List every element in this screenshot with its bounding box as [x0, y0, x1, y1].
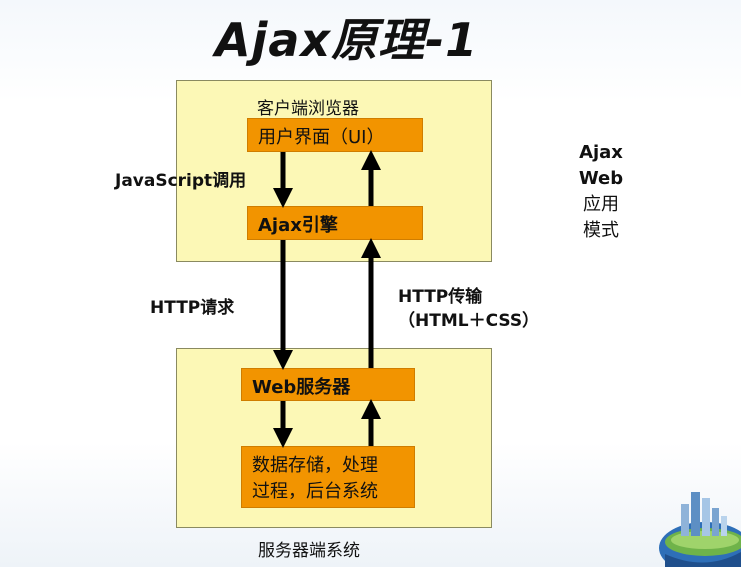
slide: Ajax原理-1 客户端浏览器 服务器端系统 用户界面（UI） Ajax引擎 W… — [0, 0, 741, 567]
city-globe-logo — [659, 492, 741, 567]
flow-arrows — [273, 150, 381, 448]
